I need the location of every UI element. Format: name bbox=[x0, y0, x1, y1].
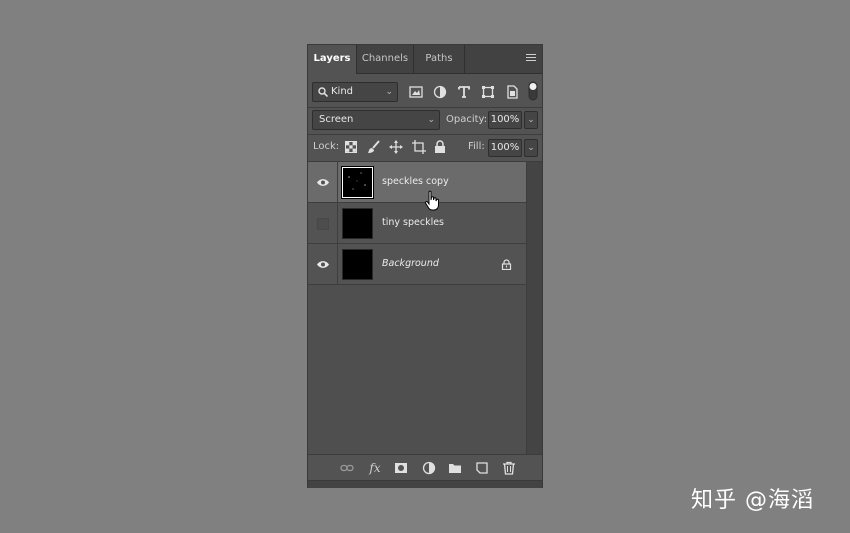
visibility-toggle[interactable] bbox=[308, 203, 338, 243]
new-adjustment-icon[interactable] bbox=[422, 461, 436, 475]
layer-row-speckles-copy[interactable]: speckles copy bbox=[308, 162, 526, 203]
eye-icon bbox=[317, 261, 329, 268]
hand-cursor-icon bbox=[424, 190, 439, 211]
type-filter-icon[interactable] bbox=[457, 85, 471, 99]
layers-panel: Layers Channels Paths Kind ⌄ Screen ⌄ Op… bbox=[307, 44, 543, 488]
layer-name[interactable]: Background bbox=[382, 244, 439, 284]
new-group-icon[interactable] bbox=[448, 461, 462, 475]
link-layers-icon[interactable] bbox=[340, 461, 354, 475]
layer-row-background[interactable]: Background bbox=[308, 244, 526, 285]
fill-label: Fill: bbox=[468, 141, 485, 152]
filter-kind-label: Kind bbox=[331, 86, 354, 97]
add-mask-icon[interactable] bbox=[394, 461, 408, 475]
chevron-down-icon: ⌄ bbox=[385, 87, 393, 97]
layer-thumbnail[interactable] bbox=[342, 249, 373, 280]
visibility-toggle[interactable] bbox=[308, 162, 338, 202]
watermark-text: 知乎 @海滔 bbox=[691, 488, 814, 513]
lock-all-icon[interactable] bbox=[434, 140, 446, 154]
panel-menu-icon[interactable] bbox=[526, 54, 536, 63]
tab-paths[interactable]: Paths bbox=[414, 45, 464, 73]
adjustment-filter-icon[interactable] bbox=[433, 85, 447, 99]
search-icon bbox=[318, 87, 328, 97]
chevron-down-icon: ⌄ bbox=[527, 115, 535, 125]
eye-icon bbox=[317, 179, 329, 186]
layer-row-tiny-speckles[interactable]: tiny speckles bbox=[308, 203, 526, 244]
fx-icon[interactable]: fx bbox=[368, 461, 382, 475]
smart-object-filter-icon[interactable] bbox=[505, 85, 519, 99]
tab-layers[interactable]: Layers bbox=[308, 45, 356, 74]
blend-mode-value: Screen bbox=[319, 114, 354, 125]
image-filter-icon[interactable] bbox=[409, 85, 423, 99]
new-layer-icon[interactable] bbox=[475, 461, 489, 475]
filter-toggle-icon[interactable] bbox=[528, 81, 538, 101]
lock-label: Lock: bbox=[313, 141, 340, 152]
opacity-dropdown-button[interactable]: ⌄ bbox=[524, 111, 538, 129]
opacity-label: Opacity: bbox=[446, 114, 488, 125]
visibility-toggle[interactable] bbox=[308, 244, 338, 284]
layers-footer-toolbar: fx bbox=[308, 454, 542, 481]
tab-channels[interactable]: Channels bbox=[357, 45, 413, 73]
layer-thumbnail[interactable] bbox=[342, 208, 373, 239]
opacity-input[interactable]: 100% bbox=[488, 111, 522, 129]
delete-layer-icon[interactable] bbox=[502, 461, 516, 475]
lock-image-pixels-icon[interactable] bbox=[367, 140, 381, 154]
panel-tab-bar: Layers Channels Paths bbox=[308, 45, 542, 74]
lock-position-icon[interactable] bbox=[389, 140, 403, 154]
layer-lock-icon[interactable] bbox=[501, 259, 512, 270]
fill-input[interactable]: 100% bbox=[488, 139, 522, 157]
shape-filter-icon[interactable] bbox=[481, 85, 495, 99]
lock-transparent-pixels-icon[interactable] bbox=[345, 141, 357, 153]
chevron-down-icon: ⌄ bbox=[427, 115, 435, 125]
lock-artboard-icon[interactable] bbox=[412, 140, 426, 154]
filter-kind-select[interactable]: Kind ⌄ bbox=[312, 82, 398, 102]
layers-scrollbar[interactable] bbox=[526, 162, 542, 454]
layer-thumbnail[interactable] bbox=[341, 166, 374, 199]
chevron-down-icon: ⌄ bbox=[527, 143, 535, 153]
fill-dropdown-button[interactable]: ⌄ bbox=[524, 139, 538, 157]
panel-resize-bar[interactable] bbox=[308, 480, 542, 488]
hidden-visibility-box bbox=[317, 218, 329, 230]
blend-mode-select[interactable]: Screen ⌄ bbox=[312, 110, 440, 130]
